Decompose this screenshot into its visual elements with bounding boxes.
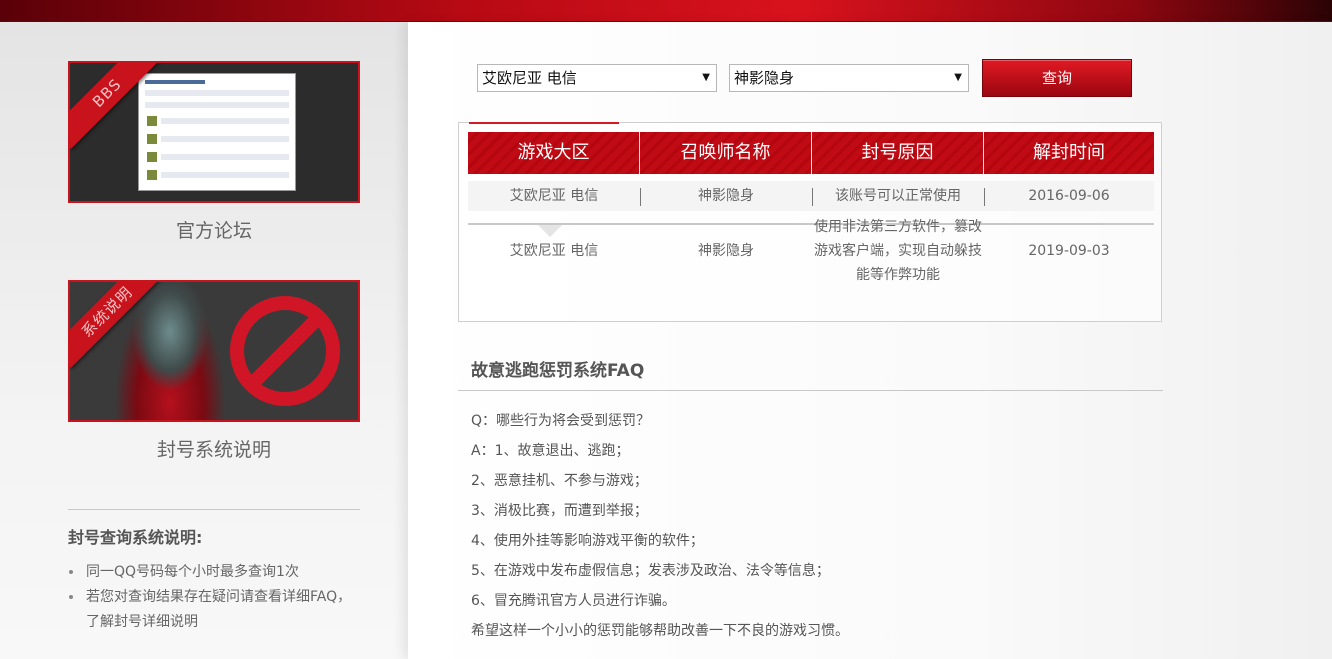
- prohibited-icon: [230, 296, 340, 406]
- region-select-value: 艾欧尼亚 电信: [482, 69, 577, 87]
- faq-line: 5、在游戏中发布虚假信息；发表涉及政治、法令等信息；: [471, 563, 830, 579]
- ban-system-label[interactable]: 封号系统说明: [68, 435, 360, 462]
- table-row: 艾欧尼亚 电信 神影隐身 该账号可以正常使用 2016-09-06: [468, 181, 1154, 211]
- notes-list: 同一QQ号码每个小时最多查询1次 若您对查询结果存在疑问请查看详细FAQ，了解封…: [68, 560, 360, 635]
- official-forum-card[interactable]: BBS: [68, 61, 360, 203]
- table-cell: 该账号可以正常使用: [812, 181, 985, 211]
- faq-line: 2、恶意挂机、不参与游戏；: [471, 473, 648, 489]
- faq-line: Q：哪些行为将会受到惩罚？: [471, 413, 651, 429]
- sidebar-divider: [68, 509, 360, 510]
- summoner-select[interactable]: 神影隐身 ▼: [729, 64, 969, 92]
- table-row: 艾欧尼亚 电信 神影隐身 使用非法第三方软件，篡改游戏客户端，实现自动躲技能等作…: [468, 215, 1154, 285]
- column-header: 召唤师名称: [640, 132, 812, 174]
- region-select[interactable]: 艾欧尼亚 电信 ▼: [477, 64, 717, 92]
- table-cell: 使用非法第三方软件，篡改游戏客户端，实现自动躲技能等作弊功能: [814, 219, 982, 283]
- dropdown-arrow-icon: ▼: [702, 72, 710, 83]
- faq-line: 希望这样一个小小的惩罚能够帮助改善一下不良的游戏习惯。: [471, 623, 849, 639]
- list-item: 同一QQ号码每个小时最多查询1次: [68, 560, 360, 585]
- table-cell: 2016-09-06: [1028, 188, 1110, 204]
- table-cell: 神影隐身: [640, 181, 813, 211]
- faq-divider: [458, 390, 1163, 391]
- dropdown-arrow-icon: ▼: [954, 72, 962, 83]
- faq-content: Q：哪些行为将会受到惩罚？ A：1、故意退出、逃跑； 2、恶意挂机、不参与游戏；…: [471, 406, 1161, 646]
- results-panel: 游戏大区 召唤师名称 封号原因 解封时间 艾欧尼亚 电信 神影隐身 该账号可以正…: [458, 122, 1162, 322]
- faq-line: 6、冒充腾讯官方人员进行诈骗。: [471, 593, 676, 609]
- official-forum-label[interactable]: 官方论坛: [68, 216, 360, 243]
- column-header: 解封时间: [1033, 142, 1105, 163]
- query-button[interactable]: 查询: [982, 59, 1132, 97]
- ban-system-card[interactable]: 系统说明: [68, 280, 360, 422]
- column-header: 封号原因: [812, 132, 984, 174]
- table-cell: 艾欧尼亚 电信: [468, 181, 641, 211]
- forum-screenshot-image: [138, 73, 296, 191]
- notes-title: 封号查询系统说明:: [68, 528, 203, 547]
- summoner-select-value: 神影隐身: [734, 69, 795, 87]
- list-item: 若您对查询结果存在疑问请查看详细FAQ，了解封号详细说明: [68, 585, 360, 635]
- faq-line: 4、使用外挂等影响游戏平衡的软件；: [471, 533, 704, 549]
- table-cell: 艾欧尼亚 电信: [509, 243, 599, 259]
- top-banner: [0, 0, 1332, 22]
- faq-line: 3、消极比赛，而遭到举报；: [471, 503, 648, 519]
- faq-line: A：1、故意退出、逃跑；: [471, 443, 630, 459]
- results-header: 游戏大区 召唤师名称 封号原因 解封时间: [468, 132, 1154, 174]
- column-header: 游戏大区: [468, 132, 640, 174]
- tab-indicator: [469, 122, 619, 124]
- table-cell: 2019-09-03: [1028, 243, 1110, 259]
- faq-title: 故意逃跑惩罚系统FAQ: [471, 361, 645, 381]
- table-cell: 神影隐身: [698, 243, 754, 259]
